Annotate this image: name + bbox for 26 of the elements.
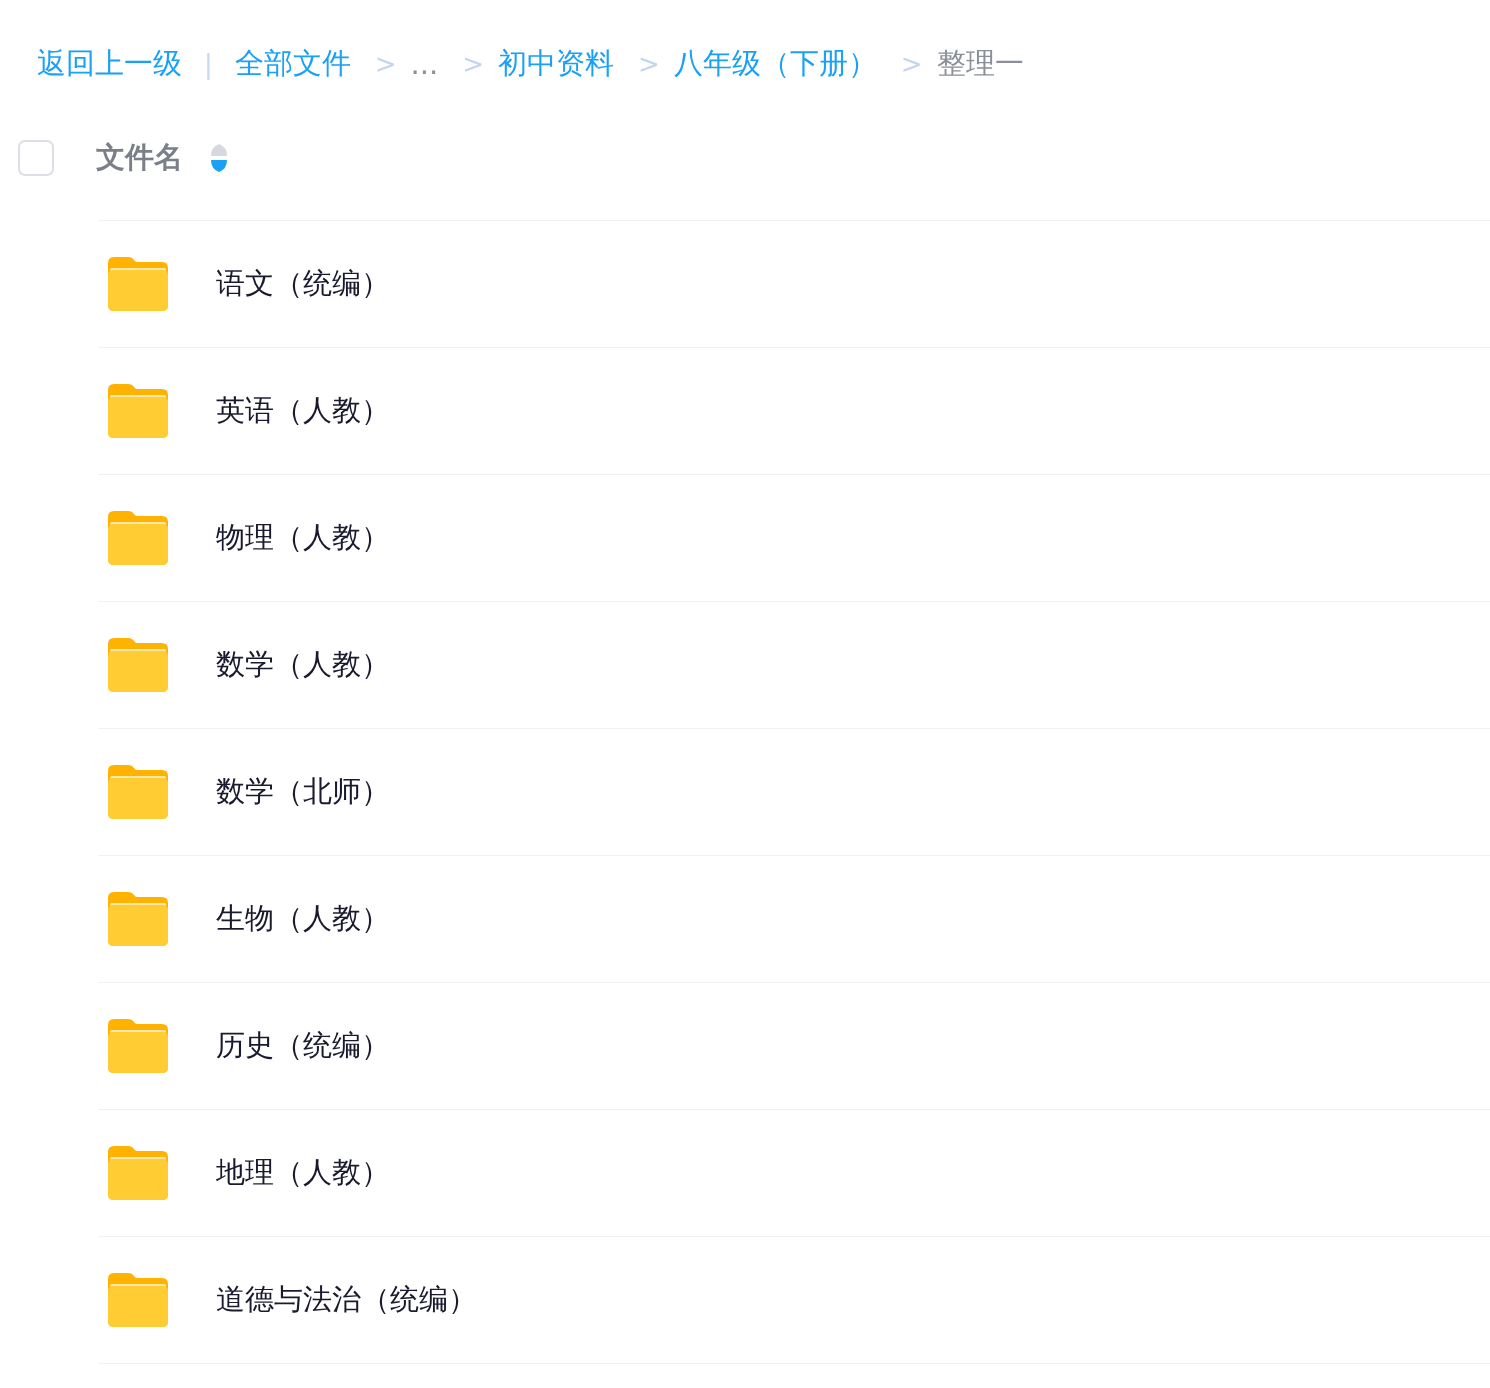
folder-name[interactable]: 数学（人教） bbox=[216, 645, 390, 685]
folder-name[interactable]: 生物（人教） bbox=[216, 899, 390, 939]
folder-icon bbox=[108, 765, 168, 819]
select-all-checkbox[interactable] bbox=[18, 140, 54, 176]
folder-name[interactable]: 英语（人教） bbox=[216, 391, 390, 431]
divider: | bbox=[204, 49, 213, 79]
folder-icon bbox=[108, 1273, 168, 1327]
sort-icon[interactable] bbox=[209, 142, 229, 174]
folder-name[interactable]: 数学（北师） bbox=[216, 772, 390, 812]
separator: > bbox=[900, 49, 923, 79]
separator: > bbox=[462, 49, 484, 79]
folder-name[interactable]: 地理（人教） bbox=[216, 1153, 390, 1193]
folder-icon bbox=[108, 384, 168, 438]
folder-name[interactable]: 语文（统编） bbox=[216, 264, 390, 304]
folder-name[interactable]: 道德与法治（统编） bbox=[216, 1280, 477, 1320]
folder-icon bbox=[108, 892, 168, 946]
folder-name[interactable]: 物理（人教） bbox=[216, 518, 390, 558]
folder-icon bbox=[108, 1146, 168, 1200]
separator: > bbox=[638, 49, 660, 79]
separator: > bbox=[374, 49, 397, 79]
column-header[interactable]: 文件名 bbox=[96, 138, 183, 178]
folder-icon bbox=[108, 511, 168, 565]
folder-icon bbox=[108, 638, 168, 692]
folder-name[interactable]: 历史（统编） bbox=[216, 1026, 390, 1066]
folder-icon bbox=[108, 1019, 168, 1073]
folder-icon bbox=[108, 257, 168, 311]
